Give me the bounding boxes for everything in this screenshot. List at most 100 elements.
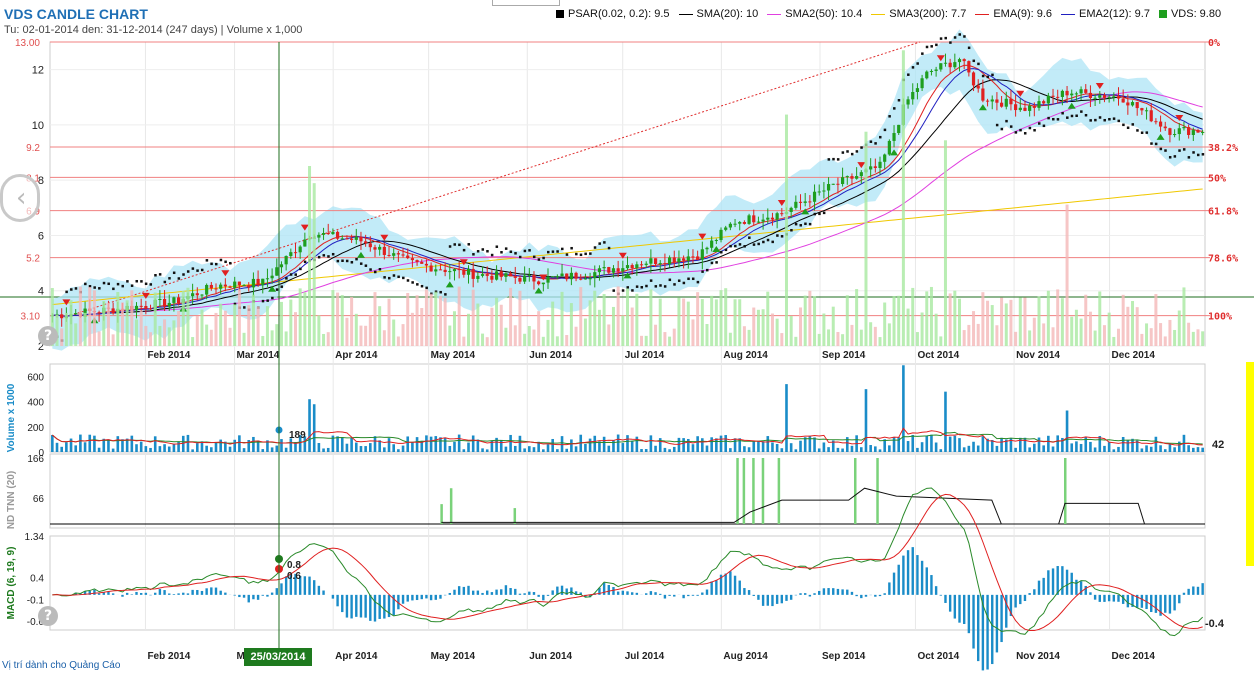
candle-body — [583, 278, 588, 280]
help-icon-macd[interactable]: ? — [38, 606, 58, 626]
psar-dot — [327, 255, 330, 258]
price-panel-volume-bar — [714, 299, 718, 346]
volume-bar — [1131, 438, 1134, 452]
macd-histogram-bar — [102, 592, 105, 595]
volume-bar — [350, 437, 353, 452]
macd-histogram-bar — [1042, 577, 1045, 595]
candle-body — [410, 258, 414, 261]
price-panel-volume-bar — [780, 333, 784, 346]
psar-dot — [472, 253, 475, 256]
volume-bar — [672, 446, 676, 452]
volume-bar — [1201, 447, 1204, 452]
volume-bar — [602, 436, 606, 452]
volume-bar — [1126, 440, 1130, 452]
volume-bar — [799, 440, 802, 452]
macd-histogram-bar — [177, 593, 180, 595]
macd-histogram-bar — [1112, 594, 1116, 602]
psar-dot — [532, 255, 536, 259]
price-panel-volume-bar — [1074, 309, 1078, 346]
prev-arrow-button[interactable]: ‹ — [0, 174, 40, 222]
price-panel-volume-bar — [163, 319, 167, 346]
candle-body — [981, 88, 985, 101]
panel-frame — [49, 453, 1206, 529]
price-panel-volume-bar — [177, 311, 181, 346]
macd-histogram-bar — [789, 594, 793, 600]
month-label-top: Nov 2014 — [1016, 350, 1060, 361]
psar-dot — [1201, 153, 1205, 156]
macd-histogram-bar — [659, 593, 662, 595]
macd-histogram-bar — [991, 594, 994, 665]
macd-histogram-bar — [1196, 586, 1200, 595]
macd-histogram-bar — [1075, 579, 1078, 595]
help-icon[interactable]: ? — [38, 326, 58, 346]
price-panel-volume-bar — [1149, 328, 1153, 346]
volume-bar — [233, 439, 237, 452]
cursor-date-flag: 25/03/2014 — [244, 648, 312, 666]
candle-body — [878, 161, 882, 169]
price-panel-volume-bar — [1177, 310, 1181, 346]
candle-body — [770, 217, 775, 220]
candle-chart-svg[interactable]: Feb 2014Feb 2014Mar 2014Mar 2014Apr 2014… — [0, 0, 1254, 674]
psar-dot — [528, 249, 531, 252]
psar-dot — [196, 269, 199, 272]
psar-dot — [701, 270, 704, 273]
psar-dot — [874, 142, 877, 145]
price-panel-volume-bar — [658, 298, 662, 346]
macd-histogram-bar — [154, 592, 157, 595]
price-panel-volume-bar — [1079, 318, 1083, 346]
psar-dot — [1140, 131, 1144, 134]
psar-dot — [818, 212, 821, 216]
macd-histogram-bar — [953, 594, 957, 619]
volume-bar — [682, 438, 685, 452]
candle-body — [1028, 105, 1032, 111]
macd-histogram-bar — [1014, 594, 1017, 608]
price-panel-volume-bar — [883, 302, 887, 346]
psar-dot — [1023, 132, 1027, 135]
fib-pct-label: 0% — [1208, 38, 1220, 49]
volume-bar — [1079, 443, 1083, 452]
psar-dot — [336, 259, 340, 263]
macd-histogram-bar — [214, 587, 218, 595]
candle-body — [794, 201, 798, 208]
psar-dot — [579, 253, 583, 257]
price-panel-volume-bar — [322, 333, 326, 346]
candle-body — [485, 274, 489, 276]
psar-dot — [738, 243, 742, 246]
candle-body — [883, 154, 887, 162]
macd-histogram-bar — [1154, 594, 1158, 613]
price-panel-volume-bar — [967, 324, 971, 346]
macd-histogram-bar — [210, 587, 213, 595]
psar-dot — [776, 234, 779, 237]
volume-bar — [1168, 444, 1172, 452]
volume-bar — [336, 436, 339, 452]
price-panel-volume-bar — [836, 331, 840, 346]
candle-body — [289, 252, 293, 256]
candle-body — [920, 78, 924, 89]
macd-histogram-bar — [1065, 569, 1069, 595]
ndtnn-bar — [736, 458, 739, 524]
psar-dot — [790, 228, 793, 232]
price-panel-volume-bar — [1168, 319, 1172, 346]
price-panel-volume-bar — [555, 336, 559, 346]
price-panel-volume-bar — [546, 319, 550, 346]
candle-body — [438, 269, 443, 271]
psar-dot — [696, 280, 700, 284]
price-panel-volume-bar — [775, 318, 779, 346]
volume-bar — [1149, 446, 1153, 452]
price-panel-volume-bar — [476, 303, 480, 346]
volume-bar — [191, 449, 194, 452]
candle-body — [518, 277, 522, 282]
macd-histogram-bar — [906, 550, 910, 595]
macd-histogram-bar — [182, 592, 185, 595]
volume-last-value: 42 — [1212, 439, 1224, 451]
macd-histogram-bar — [757, 594, 760, 600]
price-panel-volume-bar — [308, 166, 312, 346]
price-panel-volume-bar — [78, 286, 82, 346]
psar-dot — [130, 284, 134, 287]
macd-histogram-bar — [888, 582, 891, 595]
volume-bar — [902, 365, 905, 452]
candle-body — [111, 308, 115, 314]
psar-dot — [345, 259, 349, 263]
psar-dot — [1182, 148, 1186, 151]
ad-placeholder-text[interactable]: Vị trí dành cho Quảng Cáo — [2, 660, 120, 671]
